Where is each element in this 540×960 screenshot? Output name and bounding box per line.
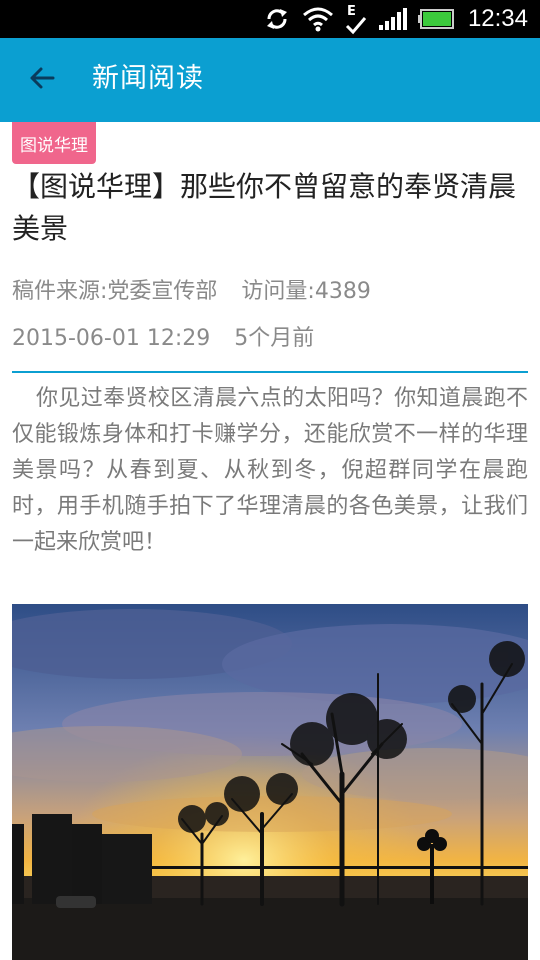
data-e-icon: E	[344, 0, 368, 38]
article-title: 【图说华理】那些你不曾留意的奉贤清晨美景	[12, 170, 517, 245]
article-relative-time: 5个月前	[234, 326, 315, 351]
arrow-left-icon	[27, 63, 57, 97]
article-source-line: 稿件来源:党委宣传部 访问量:4389	[12, 273, 371, 305]
back-button[interactable]	[22, 60, 62, 100]
app-bar: 新闻阅读	[0, 38, 540, 122]
category-tag[interactable]: 图说华理	[12, 122, 96, 164]
signal-icon	[378, 0, 408, 38]
article-source: 稿件来源:党委宣传部	[12, 279, 218, 304]
status-bar: E 12:34	[0, 0, 540, 38]
clock: 12:34	[467, 5, 528, 32]
page-title: 新闻阅读	[92, 63, 204, 94]
sync-icon	[262, 0, 292, 38]
wifi-icon	[302, 0, 334, 38]
article-views: 访问量:4389	[241, 279, 371, 304]
article-date: 2015-06-01 12:29	[12, 326, 211, 351]
network-letter: E	[347, 4, 356, 19]
article-photo[interactable]	[12, 604, 528, 960]
divider	[12, 371, 528, 373]
status-icons: E 12:34	[262, 0, 528, 38]
battery-icon	[417, 0, 454, 38]
article-date-line: 2015-06-01 12:29 5个月前	[12, 320, 314, 352]
article-summary: 你见过奉贤校区清晨六点的太阳吗？你知道晨跑不仅能锻炼身体和打卡赚学分，还能欣赏不…	[12, 386, 528, 555]
